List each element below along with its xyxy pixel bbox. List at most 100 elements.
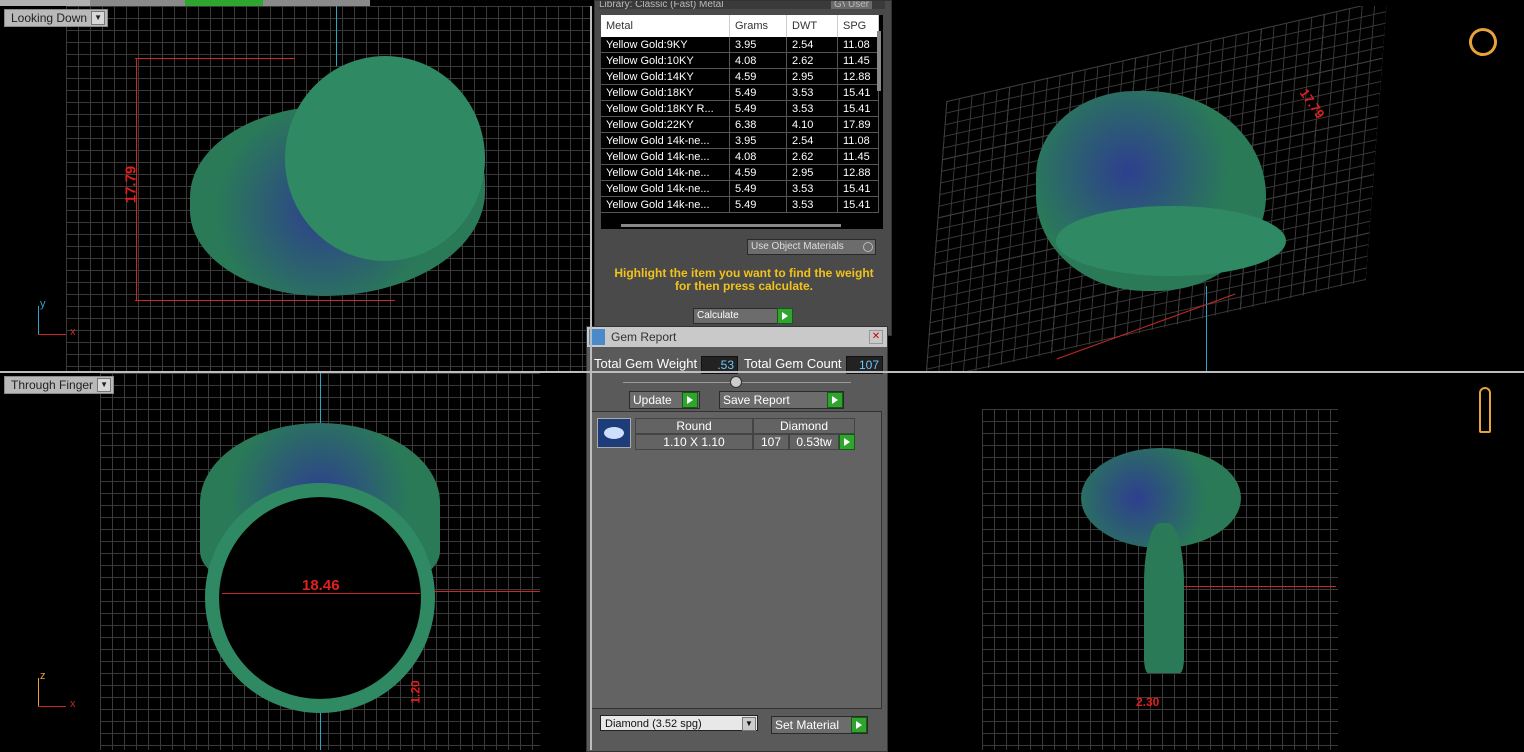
gem-list: Round Diamond 1.10 X 1.10 107 0.53tw <box>590 411 882 709</box>
horizontal-scrollbar[interactable] <box>621 224 841 227</box>
vertical-scrollbar[interactable] <box>877 31 881 91</box>
metal-name: Yellow Gold:10KY <box>601 52 730 69</box>
save-report-button[interactable]: Save Report <box>719 391 844 409</box>
metal-table: Metal Grams DWT SPG Yellow Gold:9KY 3.95 2… <box>601 15 879 213</box>
total-gem-weight-label: Total Gem Weight <box>594 356 698 371</box>
table-row[interactable]: Yellow Gold:22KY 6.38 4.10 17.89 <box>601 116 879 133</box>
spg-value: 11.08 <box>837 132 879 149</box>
round-gem-icon <box>597 418 631 448</box>
metal-name: Yellow Gold:9KY <box>601 37 730 53</box>
use-object-materials-toggle[interactable]: Use Object Materials <box>747 239 876 255</box>
dwt-value: 2.62 <box>786 148 838 165</box>
ring-model-band <box>285 56 485 261</box>
spg-value: 17.89 <box>837 116 879 133</box>
grams-value: 3.95 <box>729 132 787 149</box>
calculate-play-icon[interactable] <box>777 308 793 324</box>
dwt-value: 2.62 <box>786 52 838 69</box>
table-row[interactable]: Yellow Gold:18KY R... 5.49 3.53 15.41 <box>601 100 879 117</box>
spg-value: 11.08 <box>837 37 879 53</box>
viewport-looking-down[interactable]: 17.79 y x Looking Down ▼ <box>0 6 590 371</box>
ring-model-band <box>1056 206 1286 276</box>
spg-value: 15.41 <box>837 84 879 101</box>
dwt-value: 3.53 <box>786 100 838 117</box>
column-header-metal[interactable]: Metal <box>601 15 730 37</box>
toggle-icon[interactable] <box>863 242 873 252</box>
grams-value: 5.49 <box>729 196 787 213</box>
axis-line <box>1166 586 1336 587</box>
metal-name: Yellow Gold 14k-ne... <box>601 180 730 197</box>
update-play-icon[interactable] <box>682 392 698 408</box>
grams-value: 4.59 <box>729 164 787 181</box>
calculate-hint: Highlight the item you want to find the … <box>614 266 874 293</box>
dwt-value: 3.53 <box>786 196 838 213</box>
dwt-value: 2.95 <box>786 68 838 85</box>
table-row[interactable]: Yellow Gold:18KY 5.49 3.53 15.41 <box>601 84 879 101</box>
metal-library-text: Library: Classic (Fast) Metal <box>599 1 724 9</box>
user-button[interactable]: User <box>845 1 873 9</box>
metal-name: Yellow Gold 14k-ne... <box>601 148 730 165</box>
table-row[interactable]: Yellow Gold:9KY 3.95 2.54 11.08 <box>601 37 879 53</box>
chevron-down-icon[interactable]: ▼ <box>91 11 106 25</box>
grams-value: 4.08 <box>729 148 787 165</box>
dimension-line <box>135 300 395 301</box>
dwt-value: 3.53 <box>786 180 838 197</box>
metal-panel-header: Library: Classic (Fast) Metal GV User <box>599 1 885 9</box>
dwt-value: 4.10 <box>786 116 838 133</box>
set-material-play-icon[interactable] <box>851 717 867 733</box>
side-view-icon[interactable] <box>1479 387 1491 433</box>
table-row[interactable]: Yellow Gold:10KY 4.08 2.62 11.45 <box>601 52 879 69</box>
axis-y-label: y <box>40 298 46 310</box>
viewport-side[interactable]: 2.30 <box>886 373 1524 750</box>
metal-weight-panel: Library: Classic (Fast) Metal GV User Me… <box>594 0 892 336</box>
spg-value: 15.41 <box>837 196 879 213</box>
viewport-through-finger[interactable]: 18.46 1.20 z x Through Finger ▼ <box>0 373 590 750</box>
chevron-down-icon[interactable]: ▼ <box>97 378 112 392</box>
spg-value: 11.45 <box>837 52 879 69</box>
size-slider-handle[interactable] <box>730 376 742 388</box>
table-row[interactable]: Yellow Gold 14k-ne... 5.49 3.53 15.41 <box>601 180 879 197</box>
gem-row[interactable]: Round Diamond 1.10 X 1.10 107 0.53tw <box>597 418 857 450</box>
column-header-grams[interactable]: Grams <box>729 15 787 37</box>
material-select[interactable]: Diamond (3.52 spg) ▼ <box>600 715 758 731</box>
metal-name: Yellow Gold 14k-ne... <box>601 164 730 181</box>
gem-panel-titlebar: Gem Report ✕ <box>587 327 887 347</box>
viewport-divider <box>590 6 592 750</box>
close-icon[interactable]: ✕ <box>869 330 883 344</box>
gem-panel-title: Gem Report <box>611 330 677 344</box>
viewport-view-label: Through Finger <box>11 378 94 392</box>
viewport-perspective[interactable]: 17.79 <box>886 6 1524 371</box>
table-row[interactable]: Yellow Gold 14k-ne... 4.59 2.95 12.88 <box>601 164 879 181</box>
dimension-label: 18.46 <box>302 577 340 594</box>
save-report-play-icon[interactable] <box>827 392 843 408</box>
grams-value: 4.59 <box>729 68 787 85</box>
table-row[interactable]: Yellow Gold 14k-ne... 5.49 3.53 15.41 <box>601 196 879 213</box>
metal-table-wrap: Metal Grams DWT SPG Yellow Gold:9KY 3.95 2… <box>601 15 883 229</box>
axis-line <box>1206 286 1207 371</box>
metal-name: Yellow Gold:18KY <box>601 84 730 101</box>
dwt-value: 2.95 <box>786 164 838 181</box>
spg-value: 12.88 <box>837 68 879 85</box>
gem-row-play-icon[interactable] <box>839 434 855 450</box>
gem-shape: Round <box>635 418 753 434</box>
axis-gizmo <box>38 306 39 334</box>
table-row[interactable]: Yellow Gold 14k-ne... 4.08 2.62 11.45 <box>601 148 879 165</box>
dimension-label-small: 1.20 <box>408 680 423 704</box>
calculate-label: Calculate <box>697 310 739 321</box>
viewport-divider <box>0 371 1524 373</box>
gem-weight: 0.53tw <box>789 434 839 450</box>
column-header-dwt[interactable]: DWT <box>786 15 838 37</box>
metal-name: Yellow Gold 14k-ne... <box>601 132 730 149</box>
grams-value: 5.49 <box>729 180 787 197</box>
metal-name: Yellow Gold 14k-ne... <box>601 196 730 213</box>
material-select-value: Diamond (3.52 spg) <box>605 718 702 730</box>
gem-size: 1.10 X 1.10 <box>635 434 753 450</box>
spg-value: 15.41 <box>837 100 879 117</box>
ring-view-icon[interactable] <box>1465 24 1501 60</box>
table-row[interactable]: Yellow Gold:14KY 4.59 2.95 12.88 <box>601 68 879 85</box>
viewport-view-dropdown[interactable]: Through Finger ▼ <box>4 376 115 394</box>
column-header-spg[interactable]: SPG <box>837 15 879 37</box>
chevron-down-icon[interactable]: ▼ <box>742 717 756 731</box>
table-row[interactable]: Yellow Gold 14k-ne... 3.95 2.54 11.08 <box>601 132 879 149</box>
ring-model-shank <box>1144 523 1184 673</box>
viewport-view-dropdown[interactable]: Looking Down ▼ <box>4 9 109 27</box>
